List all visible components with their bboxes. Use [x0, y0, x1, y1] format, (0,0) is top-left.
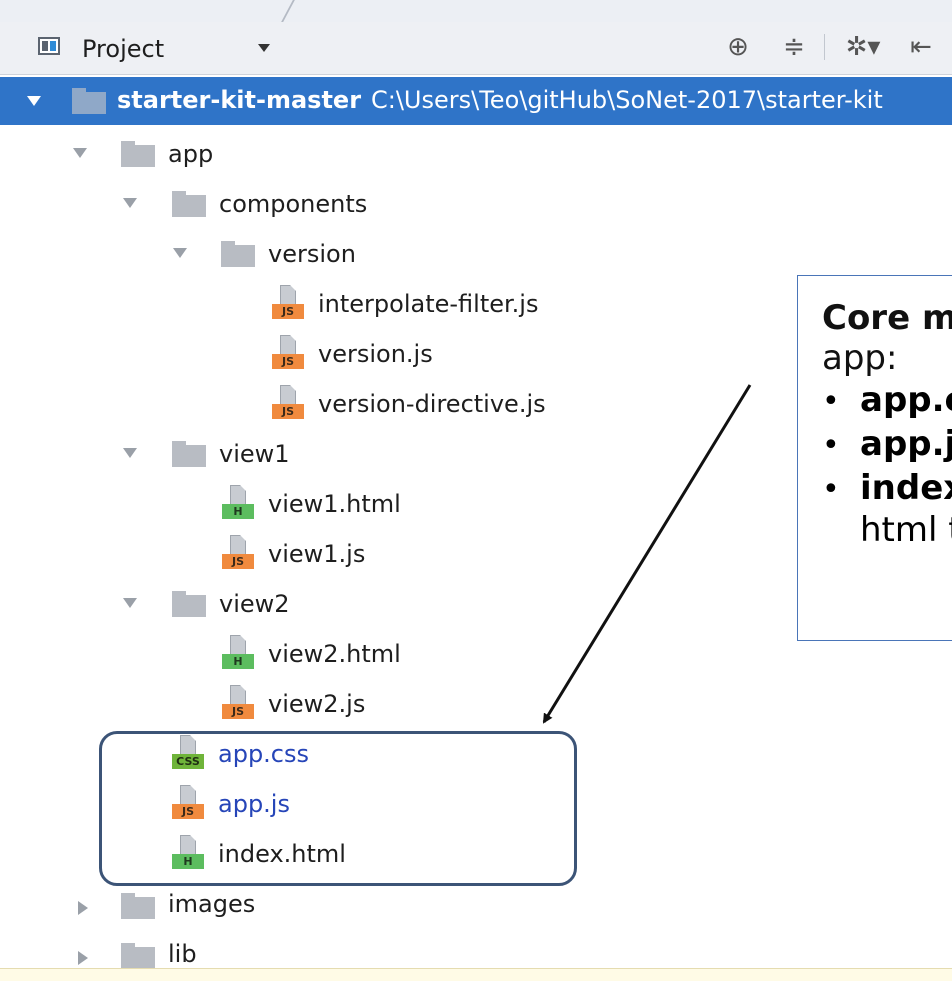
- callout-title: Core mo: [822, 298, 952, 338]
- bullet-icon: •: [822, 384, 840, 419]
- callout-item-app-js: app.js: [860, 424, 952, 464]
- annotation-callout: Core mo app: • app.cs • app.js • index h…: [797, 275, 952, 641]
- callout-item-app-css: app.cs: [860, 380, 952, 420]
- bullet-icon: •: [822, 472, 840, 507]
- callout-subtitle: app:: [822, 338, 898, 378]
- ide-window: Project ⊕ ≑ ✲▾ ⇤ starter-kit-master C:\U…: [0, 0, 952, 981]
- bullet-icon: •: [822, 428, 840, 463]
- callout-item-index-cont: html t: [860, 510, 952, 550]
- callout-item-index: index: [860, 468, 952, 508]
